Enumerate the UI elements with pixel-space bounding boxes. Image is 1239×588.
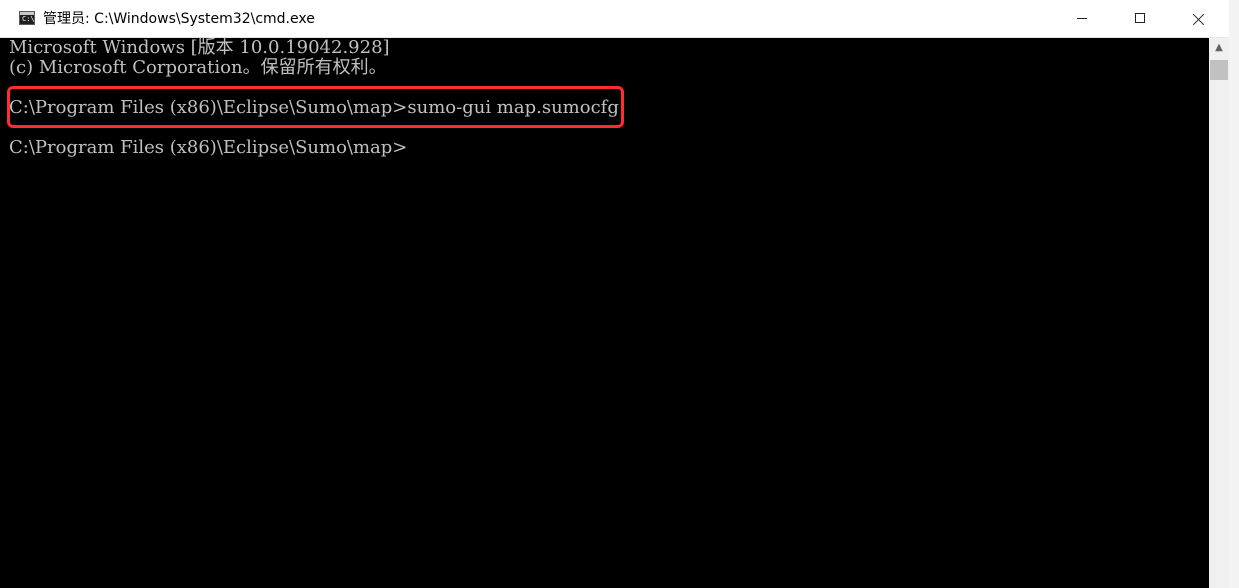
console-line-version: Microsoft Windows [版本 10.0.19042.928] [9, 37, 390, 58]
scrollbar-thumb[interactable] [1210, 60, 1228, 80]
command-highlight-box [7, 86, 624, 128]
close-button[interactable] [1176, 0, 1222, 38]
window-edge [1229, 0, 1239, 588]
cmd-icon: C:\ [19, 11, 35, 25]
vertical-scrollbar[interactable]: ▲ [1209, 38, 1229, 588]
maximize-icon [1135, 13, 1145, 23]
scroll-up-arrow-icon[interactable]: ▲ [1209, 38, 1229, 58]
window-title: 管理员: C:\Windows\System32\cmd.exe [43, 11, 315, 27]
cmd-window[interactable]: C:\ 管理员: C:\Windows\System32\cmd.exe Mic… [0, 0, 1239, 588]
minimize-icon [1077, 18, 1087, 19]
title-bar[interactable]: C:\ 管理员: C:\Windows\System32\cmd.exe [0, 0, 1239, 38]
minimize-button[interactable] [1059, 0, 1105, 38]
console-line-prompt[interactable]: C:\Program Files (x86)\Eclipse\Sumo\map> [9, 138, 407, 158]
cmd-icon-glyph: C:\ [22, 15, 35, 23]
close-icon [1193, 13, 1205, 25]
console-output[interactable]: Microsoft Windows [版本 10.0.19042.928] (c… [0, 38, 1209, 588]
console-line-copyright: (c) Microsoft Corporation。保留所有权利。 [9, 57, 387, 78]
maximize-button[interactable] [1117, 0, 1163, 38]
